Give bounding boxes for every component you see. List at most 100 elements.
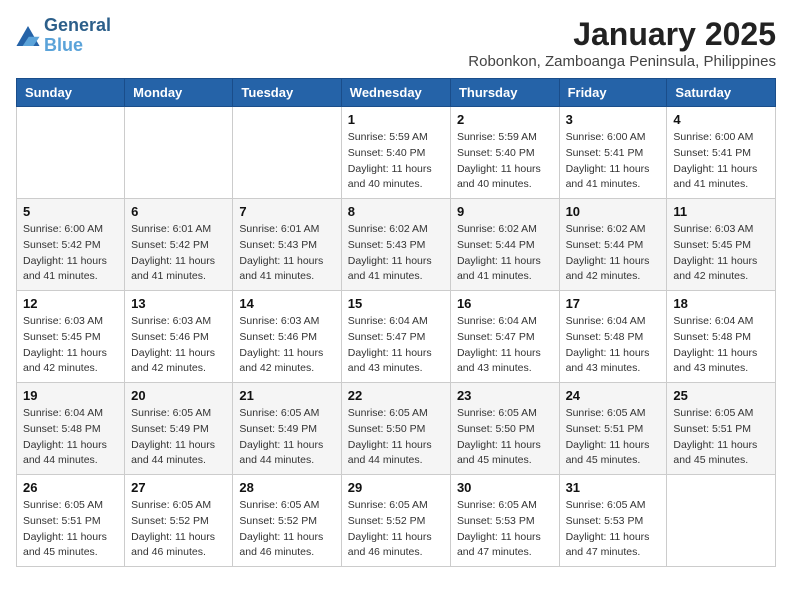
calendar-cell: 19 Sunrise: 6:04 AMSunset: 5:48 PMDayligh… <box>17 383 125 475</box>
day-number: 19 <box>23 388 118 403</box>
day-info: Sunrise: 6:05 AMSunset: 5:51 PMDaylight:… <box>673 406 769 469</box>
day-number: 4 <box>673 112 769 127</box>
day-info: Sunrise: 6:04 AMSunset: 5:48 PMDaylight:… <box>566 314 661 377</box>
day-number: 22 <box>348 388 444 403</box>
calendar-week-row: 26 Sunrise: 6:05 AMSunset: 5:51 PMDayligh… <box>17 475 776 567</box>
day-number: 28 <box>239 480 334 495</box>
day-info: Sunrise: 6:00 AMSunset: 5:41 PMDaylight:… <box>673 130 769 193</box>
calendar-cell <box>17 107 125 199</box>
calendar-cell <box>667 475 776 567</box>
day-number: 3 <box>566 112 661 127</box>
day-info: Sunrise: 6:05 AMSunset: 5:50 PMDaylight:… <box>348 406 444 469</box>
calendar-cell: 2 Sunrise: 5:59 AMSunset: 5:40 PMDaylight… <box>450 107 559 199</box>
column-header-saturday: Saturday <box>667 79 776 107</box>
calendar-cell: 10 Sunrise: 6:02 AMSunset: 5:44 PMDayligh… <box>559 199 667 291</box>
calendar-cell: 14 Sunrise: 6:03 AMSunset: 5:46 PMDayligh… <box>233 291 341 383</box>
day-info: Sunrise: 5:59 AMSunset: 5:40 PMDaylight:… <box>348 130 444 193</box>
day-number: 6 <box>131 204 226 219</box>
calendar-cell: 20Sunrise: 6:05 AMSunset: 5:49 PMDayligh… <box>125 383 233 475</box>
calendar-cell: 24Sunrise: 6:05 AMSunset: 5:51 PMDayligh… <box>559 383 667 475</box>
calendar-cell: 31 Sunrise: 6:05 AMSunset: 5:53 PMDayligh… <box>559 475 667 567</box>
calendar-cell: 11 Sunrise: 6:03 AMSunset: 5:45 PMDayligh… <box>667 199 776 291</box>
calendar-cell: 9 Sunrise: 6:02 AMSunset: 5:44 PMDaylight… <box>450 199 559 291</box>
calendar-cell: 3 Sunrise: 6:00 AMSunset: 5:41 PMDaylight… <box>559 107 667 199</box>
day-number: 18 <box>673 296 769 311</box>
day-info: Sunrise: 6:02 AMSunset: 5:43 PMDaylight:… <box>348 222 444 285</box>
day-info: Sunrise: 6:01 AMSunset: 5:43 PMDaylight:… <box>239 222 334 285</box>
day-number: 8 <box>348 204 444 219</box>
day-info: Sunrise: 6:02 AMSunset: 5:44 PMDaylight:… <box>566 222 661 285</box>
day-info: Sunrise: 6:05 AMSunset: 5:51 PMDaylight:… <box>23 498 118 561</box>
day-number: 16 <box>457 296 553 311</box>
day-info: Sunrise: 6:05 AMSunset: 5:50 PMDaylight:… <box>457 406 553 469</box>
day-number: 5 <box>23 204 118 219</box>
day-number: 30 <box>457 480 553 495</box>
day-number: 12 <box>23 296 118 311</box>
calendar-cell: 6 Sunrise: 6:01 AMSunset: 5:42 PMDaylight… <box>125 199 233 291</box>
day-info: Sunrise: 6:05 AMSunset: 5:49 PMDaylight:… <box>239 406 334 469</box>
day-info: Sunrise: 6:00 AMSunset: 5:42 PMDaylight:… <box>23 222 118 285</box>
day-info: Sunrise: 6:01 AMSunset: 5:42 PMDaylight:… <box>131 222 226 285</box>
day-info: Sunrise: 6:03 AMSunset: 5:46 PMDaylight:… <box>239 314 334 377</box>
calendar-cell: 5 Sunrise: 6:00 AMSunset: 5:42 PMDaylight… <box>17 199 125 291</box>
calendar-cell: 22 Sunrise: 6:05 AMSunset: 5:50 PMDayligh… <box>341 383 450 475</box>
day-info: Sunrise: 6:05 AMSunset: 5:49 PMDaylight:… <box>131 406 226 469</box>
column-header-tuesday: Tuesday <box>233 79 341 107</box>
day-number: 14 <box>239 296 334 311</box>
day-info: Sunrise: 6:03 AMSunset: 5:46 PMDaylight:… <box>131 314 226 377</box>
day-info: Sunrise: 6:04 AMSunset: 5:48 PMDaylight:… <box>23 406 118 469</box>
column-header-wednesday: Wednesday <box>341 79 450 107</box>
column-header-friday: Friday <box>559 79 667 107</box>
calendar-cell: 13 Sunrise: 6:03 AMSunset: 5:46 PMDayligh… <box>125 291 233 383</box>
calendar-cell <box>125 107 233 199</box>
day-info: Sunrise: 6:05 AMSunset: 5:53 PMDaylight:… <box>457 498 553 561</box>
column-header-thursday: Thursday <box>450 79 559 107</box>
column-header-sunday: Sunday <box>17 79 125 107</box>
day-number: 31 <box>566 480 661 495</box>
calendar-week-row: 12 Sunrise: 6:03 AMSunset: 5:45 PMDayligh… <box>17 291 776 383</box>
calendar-cell: 4 Sunrise: 6:00 AMSunset: 5:41 PMDaylight… <box>667 107 776 199</box>
day-number: 29 <box>348 480 444 495</box>
calendar-cell: 23 Sunrise: 6:05 AMSunset: 5:50 PMDayligh… <box>450 383 559 475</box>
calendar-cell: 29 Sunrise: 6:05 AMSunset: 5:52 PMDayligh… <box>341 475 450 567</box>
calendar-cell: 18Sunrise: 6:04 AMSunset: 5:48 PMDayligh… <box>667 291 776 383</box>
logo-text: General Blue <box>44 16 111 56</box>
calendar-cell: 28 Sunrise: 6:05 AMSunset: 5:52 PMDayligh… <box>233 475 341 567</box>
day-info: Sunrise: 6:00 AMSunset: 5:41 PMDaylight:… <box>566 130 661 193</box>
day-number: 11 <box>673 204 769 219</box>
calendar-table: SundayMondayTuesdayWednesdayThursdayFrid… <box>16 78 776 567</box>
calendar-header-row: SundayMondayTuesdayWednesdayThursdayFrid… <box>17 79 776 107</box>
calendar-cell: 25Sunrise: 6:05 AMSunset: 5:51 PMDayligh… <box>667 383 776 475</box>
day-info: Sunrise: 6:03 AMSunset: 5:45 PMDaylight:… <box>673 222 769 285</box>
calendar-cell: 26 Sunrise: 6:05 AMSunset: 5:51 PMDayligh… <box>17 475 125 567</box>
calendar-week-row: 5 Sunrise: 6:00 AMSunset: 5:42 PMDaylight… <box>17 199 776 291</box>
day-info: Sunrise: 6:05 AMSunset: 5:52 PMDaylight:… <box>239 498 334 561</box>
logo: General Blue <box>16 16 111 56</box>
calendar-cell: 1Sunrise: 5:59 AMSunset: 5:40 PMDaylight… <box>341 107 450 199</box>
day-info: Sunrise: 5:59 AMSunset: 5:40 PMDaylight:… <box>457 130 553 193</box>
calendar-cell: 30 Sunrise: 6:05 AMSunset: 5:53 PMDayligh… <box>450 475 559 567</box>
day-info: Sunrise: 6:02 AMSunset: 5:44 PMDaylight:… <box>457 222 553 285</box>
day-number: 7 <box>239 204 334 219</box>
calendar-week-row: 1Sunrise: 5:59 AMSunset: 5:40 PMDaylight… <box>17 107 776 199</box>
day-number: 21 <box>239 388 334 403</box>
title-area: January 2025 Robonkon, Zamboanga Peninsu… <box>468 16 776 70</box>
day-number: 26 <box>23 480 118 495</box>
day-number: 17 <box>566 296 661 311</box>
calendar-cell: 16Sunrise: 6:04 AMSunset: 5:47 PMDayligh… <box>450 291 559 383</box>
day-info: Sunrise: 6:05 AMSunset: 5:52 PMDaylight:… <box>131 498 226 561</box>
day-info: Sunrise: 6:03 AMSunset: 5:45 PMDaylight:… <box>23 314 118 377</box>
calendar-cell: 8 Sunrise: 6:02 AMSunset: 5:43 PMDaylight… <box>341 199 450 291</box>
calendar-week-row: 19 Sunrise: 6:04 AMSunset: 5:48 PMDayligh… <box>17 383 776 475</box>
column-header-monday: Monday <box>125 79 233 107</box>
day-number: 10 <box>566 204 661 219</box>
calendar-cell: 21 Sunrise: 6:05 AMSunset: 5:49 PMDayligh… <box>233 383 341 475</box>
calendar-cell: 15Sunrise: 6:04 AMSunset: 5:47 PMDayligh… <box>341 291 450 383</box>
day-number: 9 <box>457 204 553 219</box>
day-number: 13 <box>131 296 226 311</box>
day-info: Sunrise: 6:05 AMSunset: 5:53 PMDaylight:… <box>566 498 661 561</box>
day-number: 23 <box>457 388 553 403</box>
day-info: Sunrise: 6:05 AMSunset: 5:51 PMDaylight:… <box>566 406 661 469</box>
day-info: Sunrise: 6:05 AMSunset: 5:52 PMDaylight:… <box>348 498 444 561</box>
day-number: 2 <box>457 112 553 127</box>
